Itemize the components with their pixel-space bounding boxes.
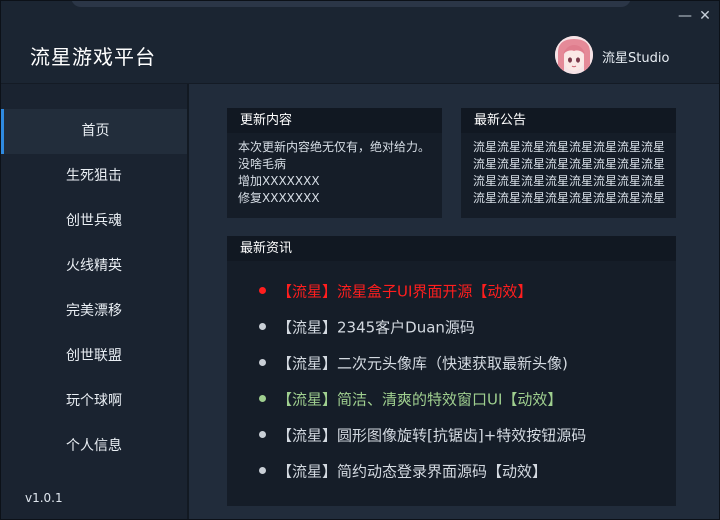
sidebar-item-home[interactable]: 首页 (1, 109, 187, 154)
notice-line: 流星流星流星流星流星流星流星流星 (473, 191, 666, 205)
app-window: 流星游戏平台 流星Studio — ✕ 首页 生死狙击 创世兵魂 火线精英 完美… (0, 0, 720, 520)
bullet-icon (259, 323, 266, 330)
news-link[interactable]: 【流星】简洁、清爽的特效窗口UI【动效】 (277, 391, 562, 409)
notice-line: 流星流星流星流星流星流星流星流星 (473, 174, 666, 188)
avatar[interactable] (555, 36, 593, 74)
sidebar-item-huoxianjingying[interactable]: 火线精英 (1, 244, 187, 289)
anime-avatar-icon (555, 36, 593, 74)
update-line: 本次更新内容绝无仅有，绝对给力。 (238, 140, 431, 154)
update-panel: 更新内容 本次更新内容绝无仅有，绝对给力。 没啥毛病 增加XXXXXXX 修复X… (227, 108, 442, 218)
app-title: 流星游戏平台 (30, 45, 156, 69)
minimize-button[interactable]: — (677, 8, 693, 24)
sidebar-item-profile[interactable]: 个人信息 (1, 424, 187, 469)
notice-panel: 最新公告 流星流星流星流星流星流星流星流星 流星流星流星流星流星流星流星流星 流… (461, 108, 676, 218)
news-item[interactable]: 【流星】简约动态登录界面源码【动效】 (259, 460, 586, 496)
close-button[interactable]: ✕ (697, 8, 713, 24)
main-content: 更新内容 本次更新内容绝无仅有，绝对给力。 没啥毛病 增加XXXXXXX 修复X… (189, 84, 719, 519)
version-label: v1.0.1 (25, 491, 63, 505)
title-decoration (71, 1, 631, 7)
news-item[interactable]: 【流星】流星盒子UI界面开源【动效】 (259, 280, 586, 316)
sidebar-item-shengsijuji[interactable]: 生死狙击 (1, 154, 187, 199)
news-item[interactable]: 【流星】二次元头像库（快速获取最新头像) (259, 352, 586, 388)
title-bar[interactable]: 流星游戏平台 流星Studio — ✕ (1, 1, 719, 84)
bullet-icon (259, 431, 266, 438)
bullet-icon (259, 287, 266, 294)
sidebar-item-wangeqiua[interactable]: 玩个球啊 (1, 379, 187, 424)
news-panel-title: 最新资讯 (227, 236, 676, 261)
bullet-icon (259, 467, 266, 474)
sidebar-item-wanmeipiaoyi[interactable]: 完美漂移 (1, 289, 187, 334)
news-link[interactable]: 【流星】圆形图像旋转[抗锯齿]+特效按钮源码 (277, 427, 586, 445)
update-panel-body: 本次更新内容绝无仅有，绝对给力。 没啥毛病 增加XXXXXXX 修复XXXXXX… (227, 133, 442, 207)
news-list: 【流星】流星盒子UI界面开源【动效】 【流星】2345客户Duan源码 【流星】… (259, 280, 586, 496)
news-link[interactable]: 【流星】二次元头像库（快速获取最新头像) (277, 355, 568, 373)
sidebar-item-chuangshilianmeng[interactable]: 创世联盟 (1, 334, 187, 379)
news-panel: 最新资讯 【流星】流星盒子UI界面开源【动效】 【流星】2345客户Duan源码… (227, 236, 676, 506)
notice-panel-title: 最新公告 (461, 108, 676, 133)
news-link[interactable]: 【流星】简约动态登录界面源码【动效】 (277, 463, 547, 481)
update-line: 增加XXXXXXX (238, 174, 320, 188)
update-line: 修复XXXXXXX (238, 191, 320, 205)
notice-line: 流星流星流星流星流星流星流星流星 (473, 140, 666, 154)
update-panel-title: 更新内容 (227, 108, 442, 133)
news-link[interactable]: 【流星】2345客户Duan源码 (277, 319, 475, 337)
notice-line: 流星流星流星流星流星流星流星流星 (473, 157, 666, 171)
news-item[interactable]: 【流星】简洁、清爽的特效窗口UI【动效】 (259, 388, 586, 424)
news-item[interactable]: 【流星】2345客户Duan源码 (259, 316, 586, 352)
news-link[interactable]: 【流星】流星盒子UI界面开源【动效】 (277, 283, 532, 301)
sidebar-item-chuangshibinghun[interactable]: 创世兵魂 (1, 199, 187, 244)
update-line: 没啥毛病 (238, 157, 287, 171)
bullet-icon (259, 359, 266, 366)
user-name[interactable]: 流星Studio (602, 47, 669, 66)
notice-panel-body: 流星流星流星流星流星流星流星流星 流星流星流星流星流星流星流星流星 流星流星流星… (461, 133, 676, 207)
news-item[interactable]: 【流星】圆形图像旋转[抗锯齿]+特效按钮源码 (259, 424, 586, 460)
bullet-icon (259, 395, 266, 402)
sidebar: 首页 生死狙击 创世兵魂 火线精英 完美漂移 创世联盟 玩个球啊 个人信息 (1, 84, 187, 519)
